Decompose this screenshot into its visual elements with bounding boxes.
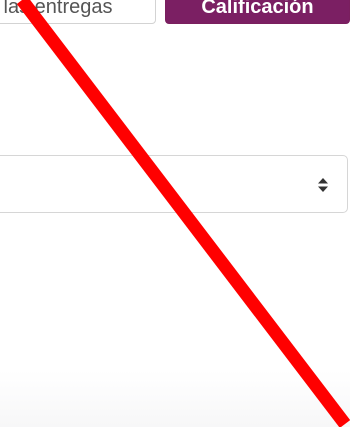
calificacion-button[interactable]: Calificación (165, 0, 350, 24)
entregas-button[interactable]: las entregas (0, 0, 156, 24)
red-slash-overlay (16, 0, 350, 427)
up-down-caret-icon (318, 178, 328, 192)
background-fade (0, 370, 350, 427)
page: las entregas Calificación (0, 0, 350, 427)
select-dropdown[interactable] (0, 155, 348, 213)
